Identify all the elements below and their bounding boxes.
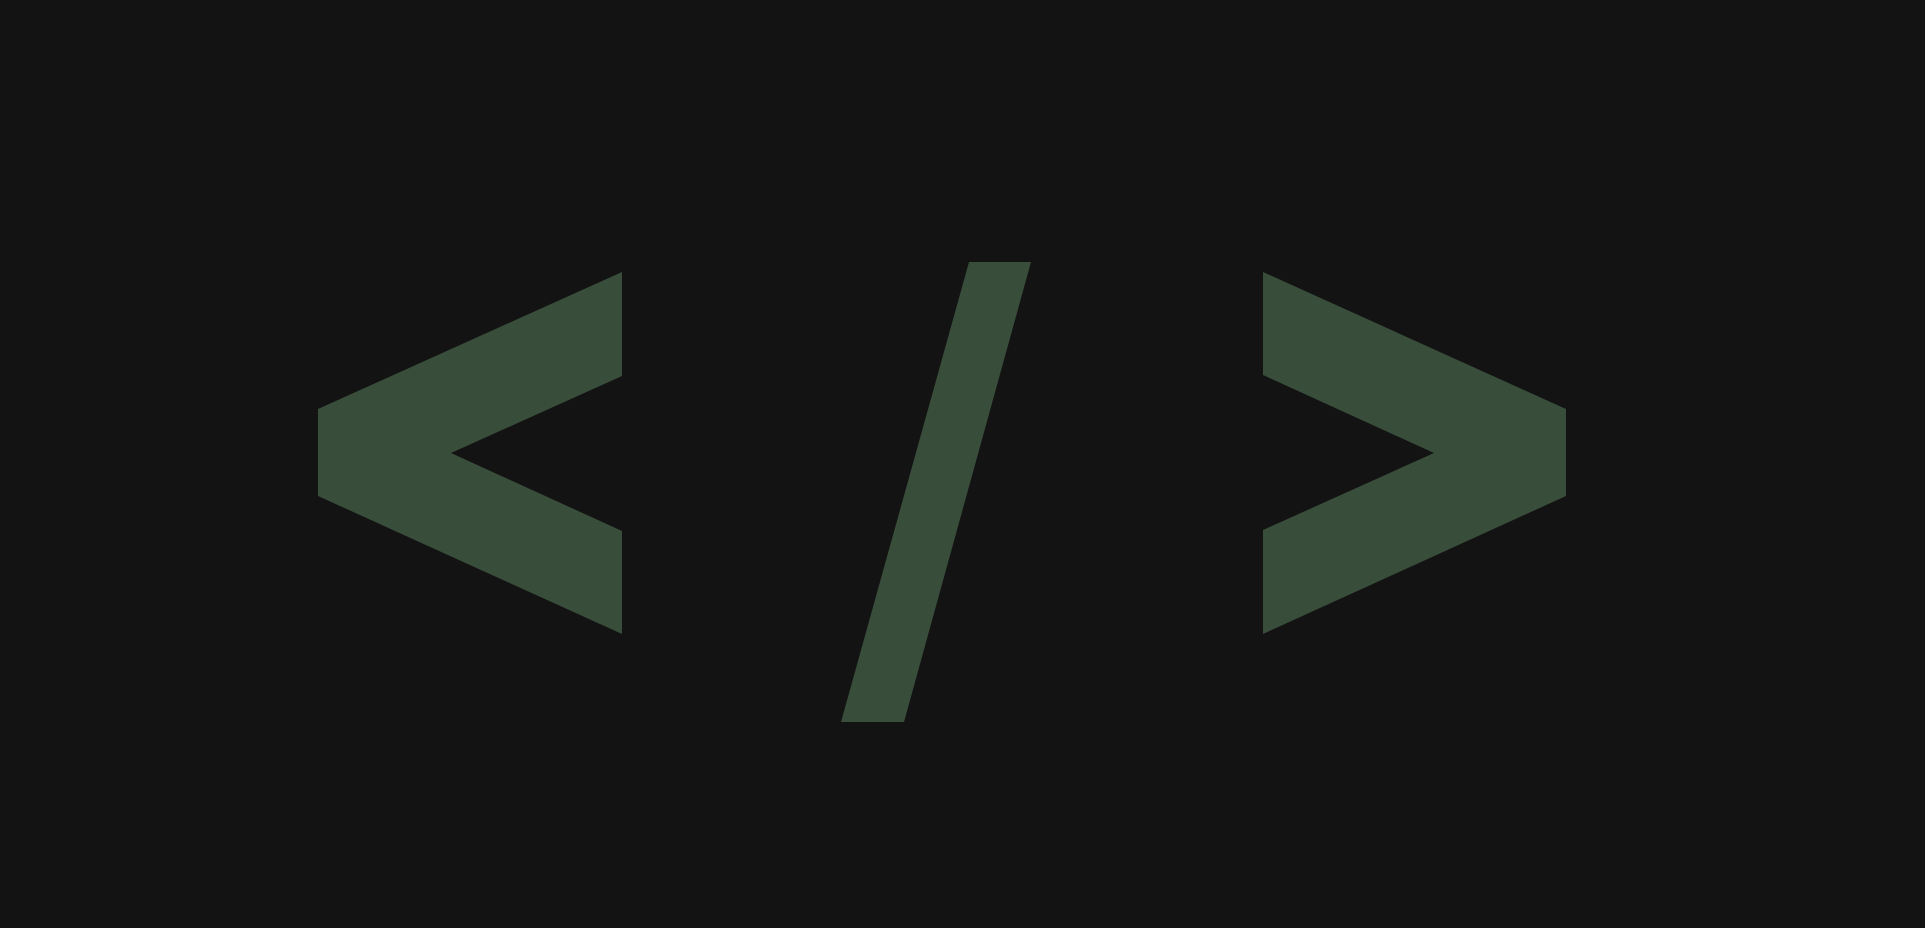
code-logo-canvas: < / >	[0, 0, 1925, 928]
code-logo	[0, 0, 1925, 928]
